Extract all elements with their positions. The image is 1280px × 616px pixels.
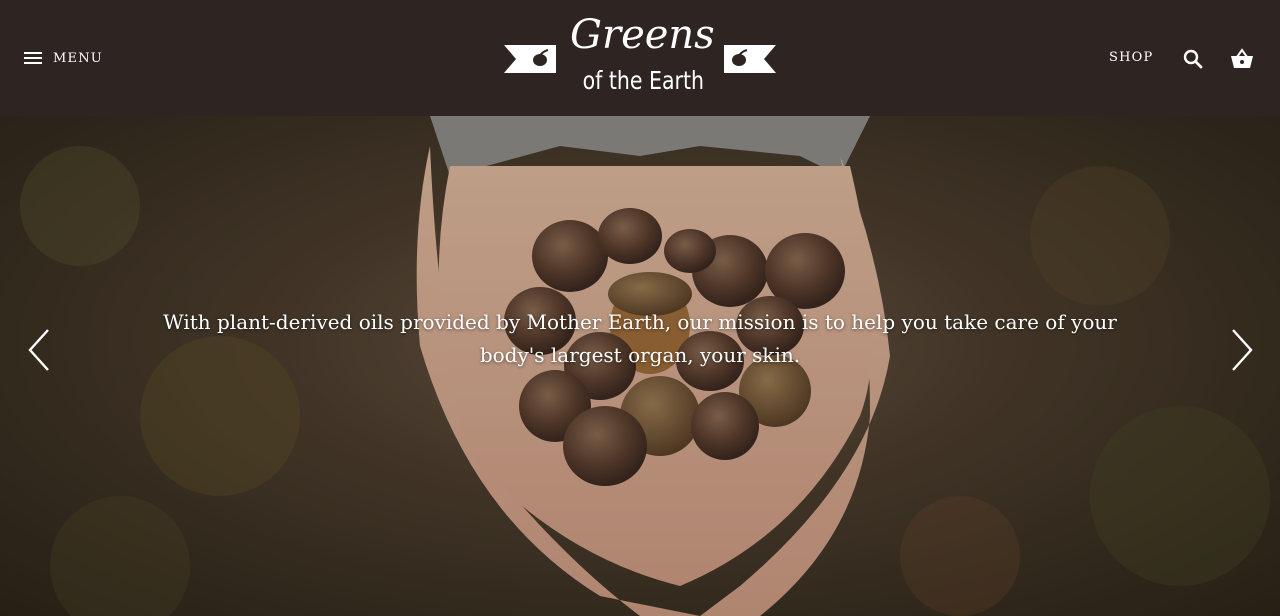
- menu-button[interactable]: MENU: [24, 46, 103, 70]
- shop-link[interactable]: SHOP: [1109, 50, 1153, 65]
- logo-wordmark-line2: of the Earth: [582, 66, 705, 95]
- menu-label: MENU: [53, 50, 103, 66]
- chevron-left-icon: [27, 329, 51, 376]
- site-header: MENU Greens of the Earth SHOP: [0, 0, 1280, 116]
- hero-slider: With plant-derived oils provided by Moth…: [0, 116, 1280, 616]
- hamburger-icon: [24, 51, 42, 65]
- search-button[interactable]: [1181, 47, 1205, 71]
- cart-button[interactable]: [1229, 47, 1255, 71]
- basket-icon: [1229, 48, 1255, 75]
- site-logo[interactable]: Greens of the Earth: [504, 12, 776, 104]
- search-icon: [1181, 49, 1205, 75]
- slider-prev-button[interactable]: [27, 328, 51, 372]
- slider-next-button[interactable]: [1230, 328, 1254, 372]
- chevron-right-icon: [1230, 329, 1254, 376]
- hero-caption: With plant-derived oils provided by Moth…: [163, 310, 1117, 367]
- logo-wordmark-line1: Greens: [570, 12, 715, 58]
